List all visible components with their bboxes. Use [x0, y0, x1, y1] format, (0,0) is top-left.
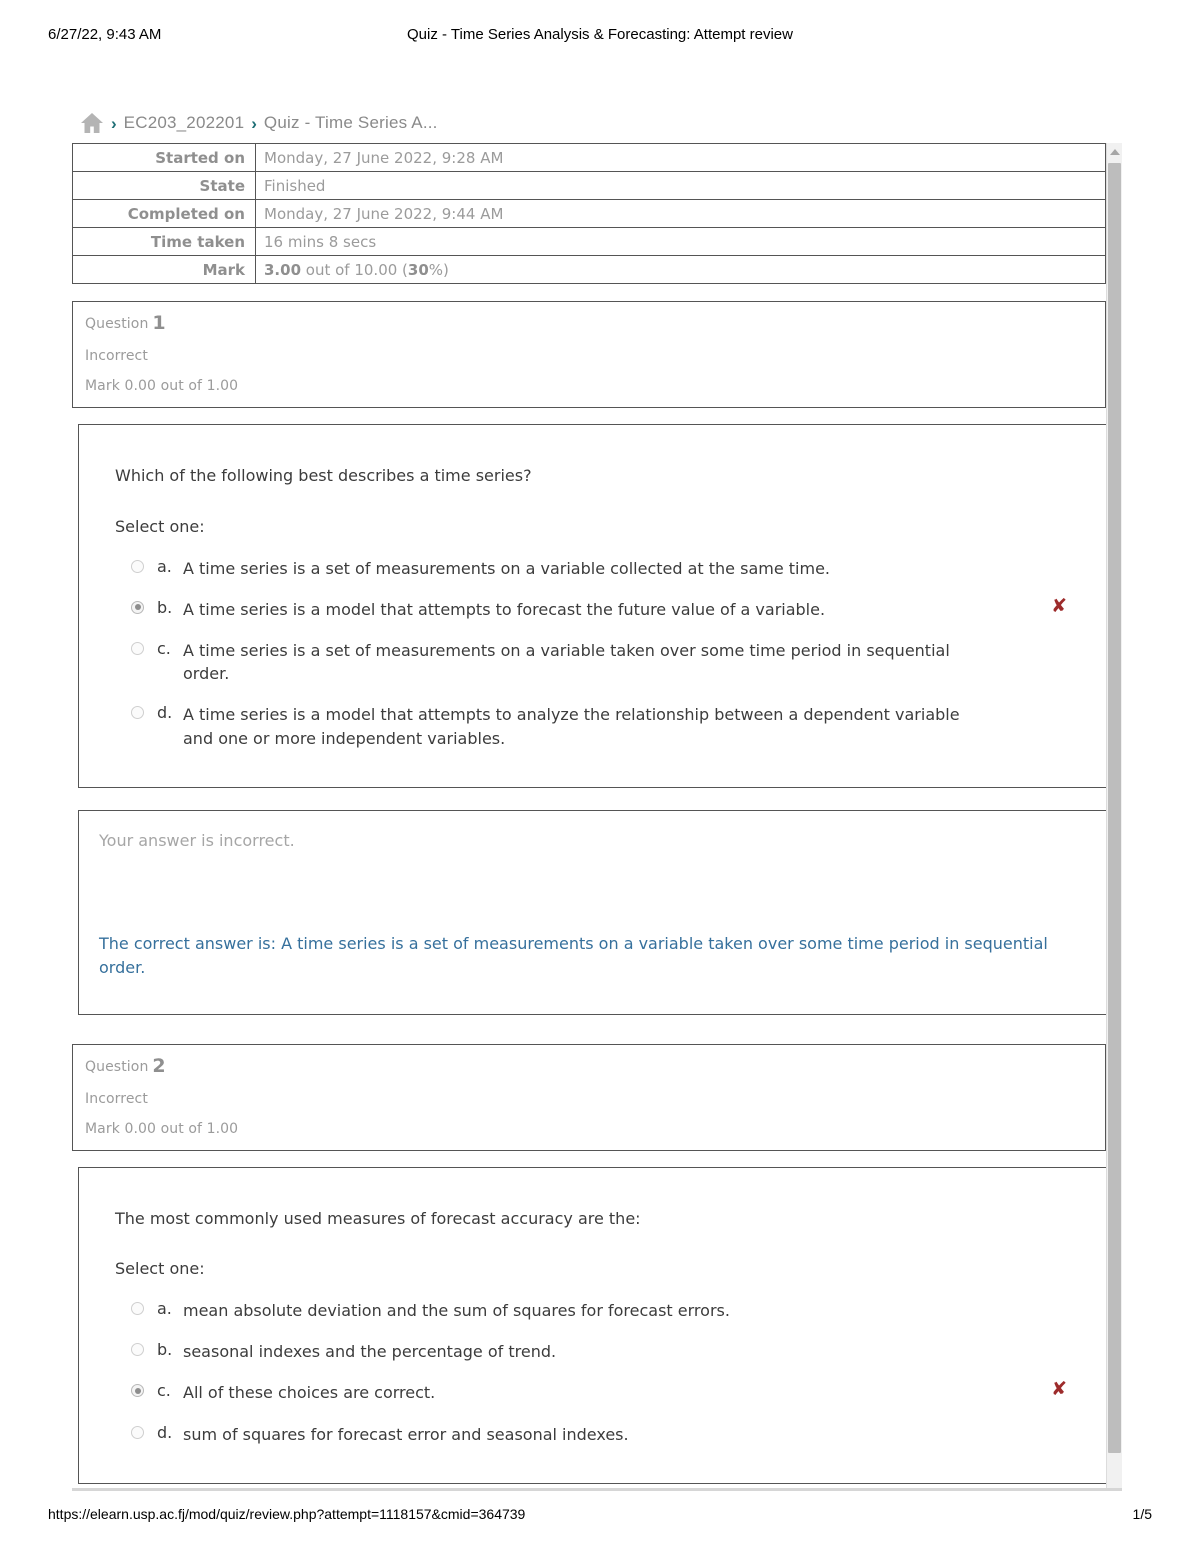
select-one-label-1: Select one:: [115, 516, 205, 536]
summary-value-mark: 3.00 out of 10.00 (30%): [255, 255, 1106, 284]
answer-text-2b: seasonal indexes and the percentage of t…: [183, 1342, 557, 1362]
summary-value-completed-on: Monday, 27 June 2022, 9:44 AM: [255, 199, 1106, 228]
scrollbar-thumb[interactable]: [1108, 163, 1121, 1453]
quiz-review-scroll-area[interactable]: Started on Monday, 27 June 2022, 9:28 AM…: [72, 143, 1120, 1488]
question-mark-2: Mark 0.00 out of 1.00: [85, 1120, 239, 1137]
answer-option-2c[interactable]: c. All of these choices are correct. ✘: [115, 1372, 1085, 1413]
answer-text-2a: mean absolute deviation and the sum of s…: [183, 1301, 730, 1321]
breadcrumb-item-quiz[interactable]: Quiz - Time Series A...: [264, 113, 438, 133]
answer-option-1a[interactable]: a. A time series is a set of measurement…: [115, 548, 1085, 589]
incorrect-mark-icon-2c: ✘: [1051, 1378, 1067, 1401]
question-number-2: 2: [152, 1054, 166, 1077]
answer-option-1b[interactable]: b. A time series is a model that attempt…: [115, 589, 1085, 630]
summary-label-completed-on: Completed on: [72, 199, 256, 228]
question-number-line-1: Question 1: [85, 314, 1105, 333]
question-body-2: The most commonly used measures of forec…: [78, 1166, 1112, 1484]
print-footer-page-number: 1/5: [1132, 1506, 1152, 1522]
radio-2a[interactable]: [131, 1302, 144, 1316]
answer-letter-1b: b.: [157, 597, 173, 617]
answer-text-2d: sum of squares for forecast error and se…: [183, 1424, 629, 1444]
mark-middle: out of 10.00 (: [301, 260, 408, 279]
answer-option-2d[interactable]: d. sum of squares for forecast error and…: [115, 1414, 1085, 1455]
radio-2c[interactable]: [131, 1384, 144, 1398]
radio-1d[interactable]: [131, 706, 144, 720]
answer-list-2: a. mean absolute deviation and the sum o…: [115, 1290, 1085, 1455]
summary-value-started-on: Monday, 27 June 2022, 9:28 AM: [255, 143, 1106, 172]
answer-letter-2a: a.: [157, 1299, 172, 1319]
mark-score: 3.00: [264, 260, 302, 279]
mark-percent: 30: [407, 260, 429, 279]
question-gap-1: [72, 1015, 1120, 1027]
answer-text-1a: A time series is a set of measurements o…: [183, 558, 830, 578]
table-row: Completed on Monday, 27 June 2022, 9:44 …: [72, 199, 1106, 228]
vertical-scrollbar[interactable]: [1106, 143, 1122, 1488]
question-prompt-1: Which of the following best describes a …: [115, 466, 532, 485]
question-word-2: Question: [85, 1058, 149, 1075]
incorrect-mark-icon-1b: ✘: [1051, 594, 1067, 617]
question-status-2: Incorrect: [85, 1090, 148, 1107]
table-row: Time taken 16 mins 8 secs: [72, 227, 1106, 256]
summary-label-started-on: Started on: [72, 143, 256, 172]
answer-letter-1a: a.: [157, 556, 172, 576]
summary-value-state: Finished: [255, 171, 1106, 200]
scroll-up-arrow-icon[interactable]: [1107, 143, 1122, 160]
question-info-2: Question 2 Incorrect Mark 0.00 out of 1.0…: [72, 1043, 1106, 1151]
feedback-correct-answer-1: The correct answer is: A time series is …: [99, 933, 1048, 977]
attempt-summary-table: Started on Monday, 27 June 2022, 9:28 AM…: [72, 143, 1106, 284]
answer-list-1: a. A time series is a set of measurement…: [115, 548, 1085, 759]
radio-1b[interactable]: [131, 600, 144, 614]
question-word-1: Question: [85, 316, 149, 332]
answer-text-1b: A time series is a model that attempts t…: [183, 599, 826, 619]
radio-1a[interactable]: [131, 559, 144, 573]
feedback-1: Your answer is incorrect. The correct an…: [78, 809, 1112, 1015]
summary-label-mark: Mark: [72, 255, 256, 284]
answer-text-2c: All of these choices are correct.: [183, 1383, 436, 1403]
breadcrumb-separator-1: ›: [111, 113, 117, 133]
answer-letter-1d: d.: [157, 703, 173, 723]
select-one-label-2: Select one:: [115, 1259, 205, 1279]
summary-value-time-taken: 16 mins 8 secs: [255, 227, 1106, 256]
mark-suffix: %): [428, 260, 449, 279]
answer-letter-2d: d.: [157, 1422, 173, 1442]
feedback-status-1: Your answer is incorrect.: [99, 830, 295, 850]
answer-option-2a[interactable]: a. mean absolute deviation and the sum o…: [115, 1290, 1085, 1331]
question-info-1: Question 1 Incorrect Mark 0.00 out of 1.0…: [72, 301, 1106, 408]
question-prompt-2: The most commonly used measures of forec…: [115, 1208, 641, 1228]
answer-option-1c[interactable]: c. A time series is a set of measurement…: [115, 630, 1085, 694]
summary-label-time-taken: Time taken: [72, 227, 256, 256]
table-row: Mark 3.00 out of 10.00 (30%): [72, 255, 1106, 284]
home-icon[interactable]: [80, 112, 104, 134]
question-number-line-2: Question 2: [85, 1054, 1105, 1077]
answer-option-1d[interactable]: d. A time series is a model that attempt…: [115, 694, 1085, 758]
print-footer: https://elearn.usp.ac.fj/mod/quiz/review…: [0, 1506, 1200, 1526]
table-row: Started on Monday, 27 June 2022, 9:28 AM: [72, 143, 1106, 172]
feedback-spacer-1: [99, 852, 1085, 932]
question-body-1: Which of the following best describes a …: [78, 424, 1112, 788]
answer-text-1d: A time series is a model that attempts t…: [183, 705, 960, 748]
breadcrumb-separator-2: ›: [251, 113, 257, 133]
breadcrumb-item-course[interactable]: EC203_202201: [124, 113, 245, 133]
radio-1c[interactable]: [131, 641, 144, 655]
answer-letter-1c: c.: [157, 638, 171, 658]
print-footer-url: https://elearn.usp.ac.fj/mod/quiz/review…: [48, 1506, 526, 1522]
question-number-1: 1: [152, 312, 166, 334]
radio-2b[interactable]: [131, 1343, 144, 1357]
answer-letter-2c: c.: [157, 1381, 171, 1401]
answer-text-1c: A time series is a set of measurements o…: [183, 640, 950, 684]
answer-option-2b[interactable]: b. seasonal indexes and the percentage o…: [115, 1331, 1085, 1372]
viewport-bottom-edge: [72, 1488, 1122, 1491]
question-status-1: Incorrect: [85, 348, 148, 364]
table-row: State Finished: [72, 171, 1106, 200]
question-mark-1: Mark 0.00 out of 1.00: [85, 378, 239, 394]
print-header: 6/27/22, 9:43 AM Quiz - Time Series Anal…: [0, 26, 1200, 46]
breadcrumb: › EC203_202201 › Quiz - Time Series A...: [80, 108, 438, 138]
radio-2d[interactable]: [131, 1425, 144, 1439]
print-header-title: Quiz - Time Series Analysis & Forecastin…: [407, 26, 793, 43]
answer-letter-2b: b.: [157, 1340, 173, 1360]
summary-label-state: State: [72, 171, 256, 200]
